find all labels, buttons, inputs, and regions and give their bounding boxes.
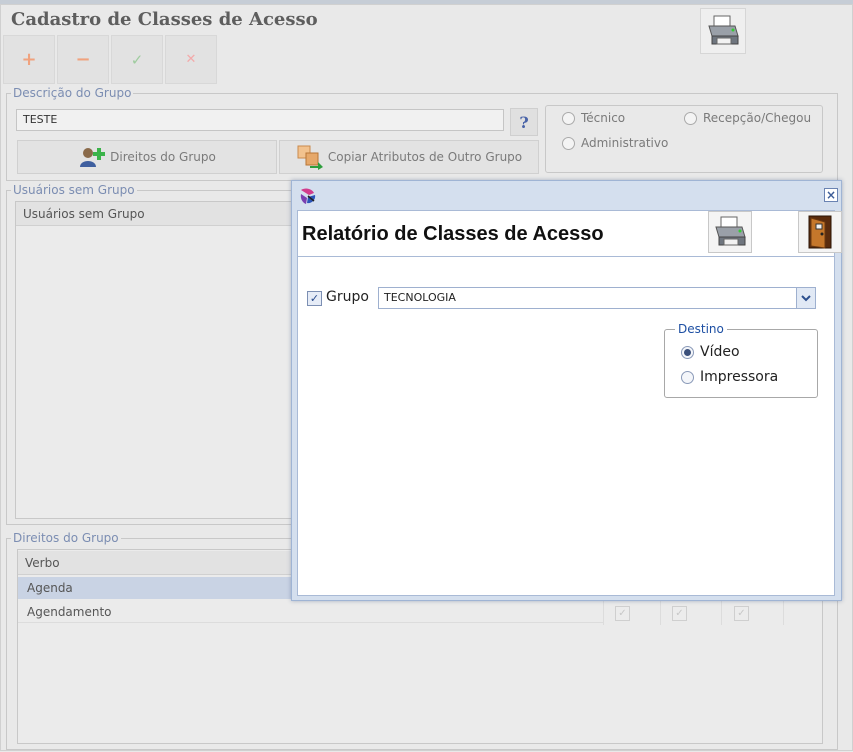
radio-tecnico[interactable]	[562, 111, 575, 125]
user-add-icon	[80, 148, 106, 167]
printer-icon	[708, 15, 739, 45]
group-rights-label: Direitos do Grupo	[110, 150, 216, 164]
cancel-button[interactable]: ✕	[165, 35, 217, 84]
remove-button[interactable]: −	[57, 35, 109, 84]
cell-separator	[603, 601, 604, 625]
option-administrativo-label: Administrativo	[581, 136, 669, 150]
rights-checkbox[interactable]: ✓	[734, 606, 749, 621]
cell-separator	[660, 601, 661, 625]
exit-button[interactable]	[798, 211, 842, 253]
print-report-button[interactable]	[708, 211, 752, 253]
add-button[interactable]: +	[3, 35, 55, 84]
radio-administrativo[interactable]	[562, 136, 575, 150]
radio-video[interactable]	[681, 345, 694, 359]
minus-icon: −	[75, 49, 91, 70]
option-tecnico-label: Técnico	[581, 111, 626, 125]
report-dialog: × Relatório de Classes de Acesso ✓ Grupo	[291, 180, 842, 601]
option-administrativo[interactable]: Administrativo	[562, 136, 668, 150]
exit-door-icon	[808, 215, 832, 249]
destination-video[interactable]: Vídeo	[681, 344, 740, 360]
app-icon	[300, 188, 316, 204]
option-recepcao-label: Recepção/Chegou	[703, 111, 812, 125]
destination-legend: Destino	[675, 322, 727, 336]
table-row[interactable]: Agenda	[18, 577, 293, 599]
copy-attributes-label: Copiar Atributos de Outro Grupo	[327, 150, 523, 164]
destination-printer[interactable]: Impressora	[681, 369, 778, 385]
check-icon: ✓	[130, 50, 144, 69]
group-select[interactable]: TECNOLOGIA	[378, 287, 816, 309]
dialog-divider	[298, 256, 834, 257]
confirm-button[interactable]: ✓	[111, 35, 163, 84]
users-without-group-grid	[15, 201, 297, 519]
help-button[interactable]: ?	[510, 108, 538, 136]
plus-icon: +	[21, 49, 37, 70]
destination-printer-label: Impressora	[700, 369, 779, 385]
page-title: Cadastro de Classes de Acesso	[11, 9, 318, 30]
group-name-input[interactable]: TESTE	[16, 109, 504, 131]
copy-attributes-button[interactable]: Copiar Atributos de Outro Grupo	[279, 140, 539, 174]
rights-checkbox[interactable]: ✓	[672, 606, 687, 621]
destination-video-label: Vídeo	[700, 344, 740, 360]
chevron-down-icon	[801, 295, 811, 302]
question-icon: ?	[519, 112, 529, 132]
group-checkbox[interactable]: ✓	[307, 291, 322, 306]
option-tecnico[interactable]: Técnico	[562, 111, 625, 125]
select-arrow[interactable]	[796, 288, 815, 308]
group-description-legend: Descrição do Grupo	[11, 86, 134, 100]
printer-icon	[715, 216, 746, 246]
report-dialog-body: Relatório de Classes de Acesso ✓ Grupo T…	[297, 210, 842, 596]
users-without-group-legend: Usuários sem Grupo	[11, 183, 137, 197]
report-dialog-title: Relatório de Classes de Acesso	[302, 223, 604, 245]
rights-checkbox[interactable]: ✓	[615, 606, 630, 621]
table-row[interactable]: Agendamento	[18, 601, 603, 623]
group-checkbox-label: Grupo	[326, 289, 369, 305]
group-rights-button[interactable]: Direitos do Grupo	[17, 140, 277, 174]
copy-icon	[297, 145, 323, 170]
group-select-value: TECNOLOGIA	[384, 291, 456, 304]
close-icon: ×	[825, 188, 837, 202]
users-grid-header[interactable]: Usuários sem Grupo	[16, 202, 295, 226]
close-button[interactable]: ×	[824, 188, 838, 202]
print-button[interactable]	[700, 8, 746, 54]
toolbar: + − ✓ ✕	[3, 35, 219, 84]
cell-separator	[721, 601, 722, 625]
x-icon: ✕	[185, 52, 197, 67]
group-rights-legend: Direitos do Grupo	[11, 531, 121, 545]
radio-recepcao[interactable]	[684, 111, 697, 125]
destination-group: Destino Vídeo Impressora	[664, 322, 818, 398]
option-recepcao[interactable]: Recepção/Chegou	[684, 111, 811, 125]
radio-printer[interactable]	[681, 370, 694, 384]
rights-grid-header[interactable]: Verbo	[18, 551, 293, 575]
cell-separator	[783, 601, 784, 625]
